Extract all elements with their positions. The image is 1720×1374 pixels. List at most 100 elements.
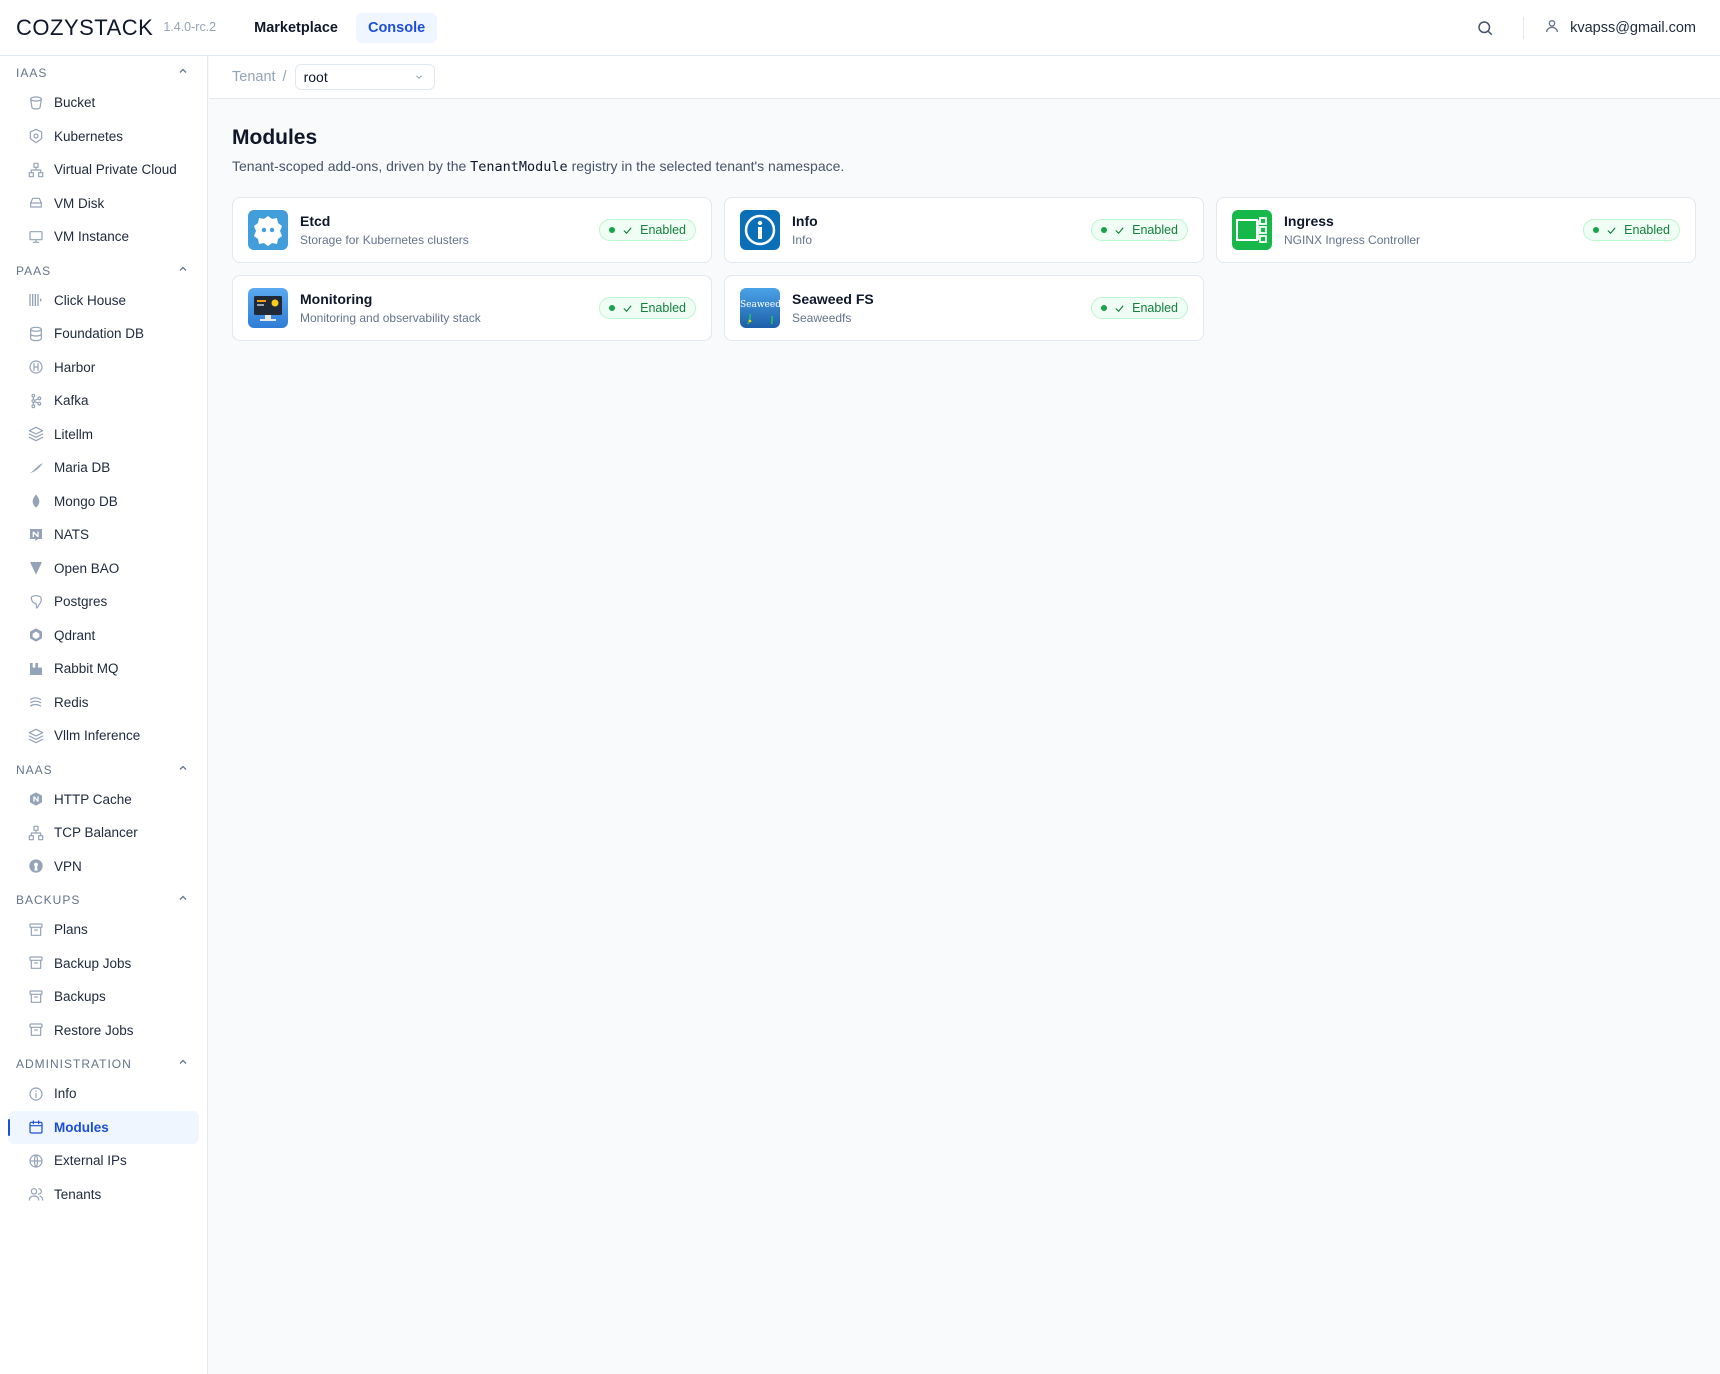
module-text: Ingress NGINX Ingress Controller — [1284, 213, 1583, 247]
chevron-up-icon — [177, 65, 189, 80]
sidebar-item-plans[interactable]: Plans — [8, 913, 199, 947]
icon-text: Seaweed — [740, 300, 780, 310]
sidebar-item-vllm-inference[interactable]: Vllm Inference — [8, 719, 199, 753]
redis-icon — [28, 694, 44, 710]
sidebar-item-open-bao[interactable]: Open BAO — [8, 552, 199, 586]
sidebar-item-label: Redis — [54, 694, 89, 710]
subtitle-post: registry in the selected tenant's namesp… — [571, 158, 845, 174]
sidebar-item-mongo-db[interactable]: Mongo DB — [8, 485, 199, 519]
sidebar-item-backup-jobs[interactable]: Backup Jobs — [8, 947, 199, 981]
sidebar-item-qdrant[interactable]: Qdrant — [8, 619, 199, 653]
sidebar-item-backups[interactable]: Backups — [8, 980, 199, 1014]
check-icon — [1114, 225, 1125, 236]
tenant-select[interactable]: root — [294, 64, 435, 90]
sidebar-item-label: Virtual Private Cloud — [54, 162, 177, 178]
chevron-up-icon — [177, 1056, 189, 1071]
sidebar-item-redis[interactable]: Redis — [8, 686, 199, 720]
sidebar-item-label: Postgres — [54, 594, 108, 610]
module-name: Seaweed FS — [792, 291, 874, 307]
sidebar: IAAS Bucket Kubernetes Virtual Private Clou… — [0, 56, 208, 1374]
logo[interactable]: COZYSTACK — [16, 15, 153, 41]
sidebar-item-label: Mongo DB — [54, 493, 118, 509]
status-label: Enabled — [1132, 301, 1178, 315]
user-email: kvapss@gmail.com — [1570, 19, 1696, 36]
sidebar-item-label: Restore Jobs — [54, 1022, 134, 1038]
module-description: Monitoring and observability stack — [300, 311, 481, 325]
top-header: COZYSTACK 1.4.0-rc.2 Marketplace Console… — [0, 0, 1720, 56]
sidebar-group-backups[interactable]: BACKUPS — [0, 883, 207, 913]
sidebar-group-administration[interactable]: ADMINISTRATION — [0, 1047, 207, 1077]
vpn-icon — [28, 858, 44, 874]
archive-icon — [28, 955, 44, 971]
module-card-monitoring[interactable]: Monitoring Monitoring and observability … — [232, 275, 712, 341]
sidebar-group-naas[interactable]: NAAS — [0, 753, 207, 783]
sidebar-item-rabbit-mq[interactable]: Rabbit MQ — [8, 652, 199, 686]
status-dot — [1101, 227, 1108, 233]
search-icon[interactable] — [1475, 18, 1495, 38]
kafka-icon — [28, 393, 44, 409]
sidebar-item-restore-jobs[interactable]: Restore Jobs — [8, 1014, 199, 1048]
sidebar-item-bucket[interactable]: Bucket — [8, 86, 199, 120]
sidebar-item-external-ips[interactable]: External IPs — [8, 1144, 199, 1178]
harbor-icon — [28, 359, 44, 375]
nats-icon — [28, 527, 44, 543]
status-badge: Enabled — [1091, 297, 1188, 319]
subtitle-code: TenantModule — [470, 159, 568, 175]
info-icon — [740, 210, 780, 250]
module-card-etcd[interactable]: Etcd Storage for Kubernetes clusters Ena… — [232, 197, 712, 263]
sidebar-item-harbor[interactable]: Harbor — [8, 351, 199, 385]
module-description: Seaweedfs — [792, 311, 852, 325]
sidebar-item-kubernetes[interactable]: Kubernetes — [8, 120, 199, 154]
module-card-info[interactable]: Info Info Enabled — [724, 197, 1204, 263]
subtitle-pre: Tenant-scoped add-ons, driven by the — [232, 158, 467, 174]
sidebar-group-paas[interactable]: PAAS — [0, 254, 207, 284]
module-text: Etcd Storage for Kubernetes clusters — [300, 213, 599, 247]
sidebar-item-tenants[interactable]: Tenants — [8, 1178, 199, 1212]
rabbitmq-icon — [28, 661, 44, 677]
sidebar-item-maria-db[interactable]: Maria DB — [8, 451, 199, 485]
sidebar-item-kafka[interactable]: Kafka — [8, 384, 199, 418]
sidebar-item-foundation-db[interactable]: Foundation DB — [8, 317, 199, 351]
sidebar-item-label: Open BAO — [54, 560, 120, 576]
module-card-seaweed-fs[interactable]: Seaweed Seaweed FS Seaweedfs Enabled — [724, 275, 1204, 341]
ingress-icon — [1232, 210, 1272, 250]
network-icon — [28, 825, 44, 841]
sidebar-item-vm-disk[interactable]: VM Disk — [8, 187, 199, 221]
sidebar-item-tcp-balancer[interactable]: TCP Balancer — [8, 816, 199, 850]
sidebar-item-virtual-private-cloud[interactable]: Virtual Private Cloud — [8, 153, 199, 187]
sidebar-item-label: Vllm Inference — [54, 728, 141, 744]
calendar-icon — [28, 1119, 44, 1135]
module-text: Info Info — [792, 213, 1091, 247]
module-card-ingress[interactable]: Ingress NGINX Ingress Controller Enabled — [1216, 197, 1696, 263]
nav-console[interactable]: Console — [355, 12, 438, 43]
sidebar-item-http-cache[interactable]: HTTP Cache — [8, 783, 199, 817]
sidebar-item-vpn[interactable]: VPN — [8, 850, 199, 884]
sidebar-item-label: NATS — [54, 527, 90, 543]
sidebar-item-litellm[interactable]: Litellm — [8, 418, 199, 452]
network-icon — [28, 162, 44, 178]
module-name: Monitoring — [300, 291, 373, 307]
sidebar-item-info[interactable]: Info — [8, 1077, 199, 1111]
status-dot — [1593, 227, 1600, 233]
sidebar-item-postgres[interactable]: Postgres — [8, 585, 199, 619]
sidebar-item-click-house[interactable]: Click House — [8, 284, 199, 318]
layers-icon — [28, 426, 44, 442]
module-description: NGINX Ingress Controller — [1284, 233, 1421, 247]
sidebar-item-vm-instance[interactable]: VM Instance — [8, 220, 199, 254]
sidebar-group-iaas[interactable]: IAAS — [0, 56, 207, 86]
sidebar-item-nats[interactable]: NATS — [8, 518, 199, 552]
breadcrumb-tenant-label[interactable]: Tenant — [232, 69, 276, 85]
nav-marketplace[interactable]: Marketplace — [242, 13, 350, 43]
user-menu[interactable]: kvapss@gmail.com — [1544, 18, 1696, 38]
user-icon — [1544, 18, 1560, 38]
module-description: Info — [792, 233, 813, 247]
qdrant-icon — [28, 627, 44, 643]
sidebar-item-modules[interactable]: Modules — [8, 1110, 199, 1144]
status-badge: Enabled — [599, 297, 696, 319]
sidebar-item-label: Click House — [54, 292, 127, 308]
chevron-up-icon — [177, 892, 189, 907]
check-icon — [1114, 303, 1125, 314]
postgres-icon — [28, 594, 44, 610]
status-label: Enabled — [1132, 223, 1178, 237]
database-icon — [28, 326, 44, 342]
